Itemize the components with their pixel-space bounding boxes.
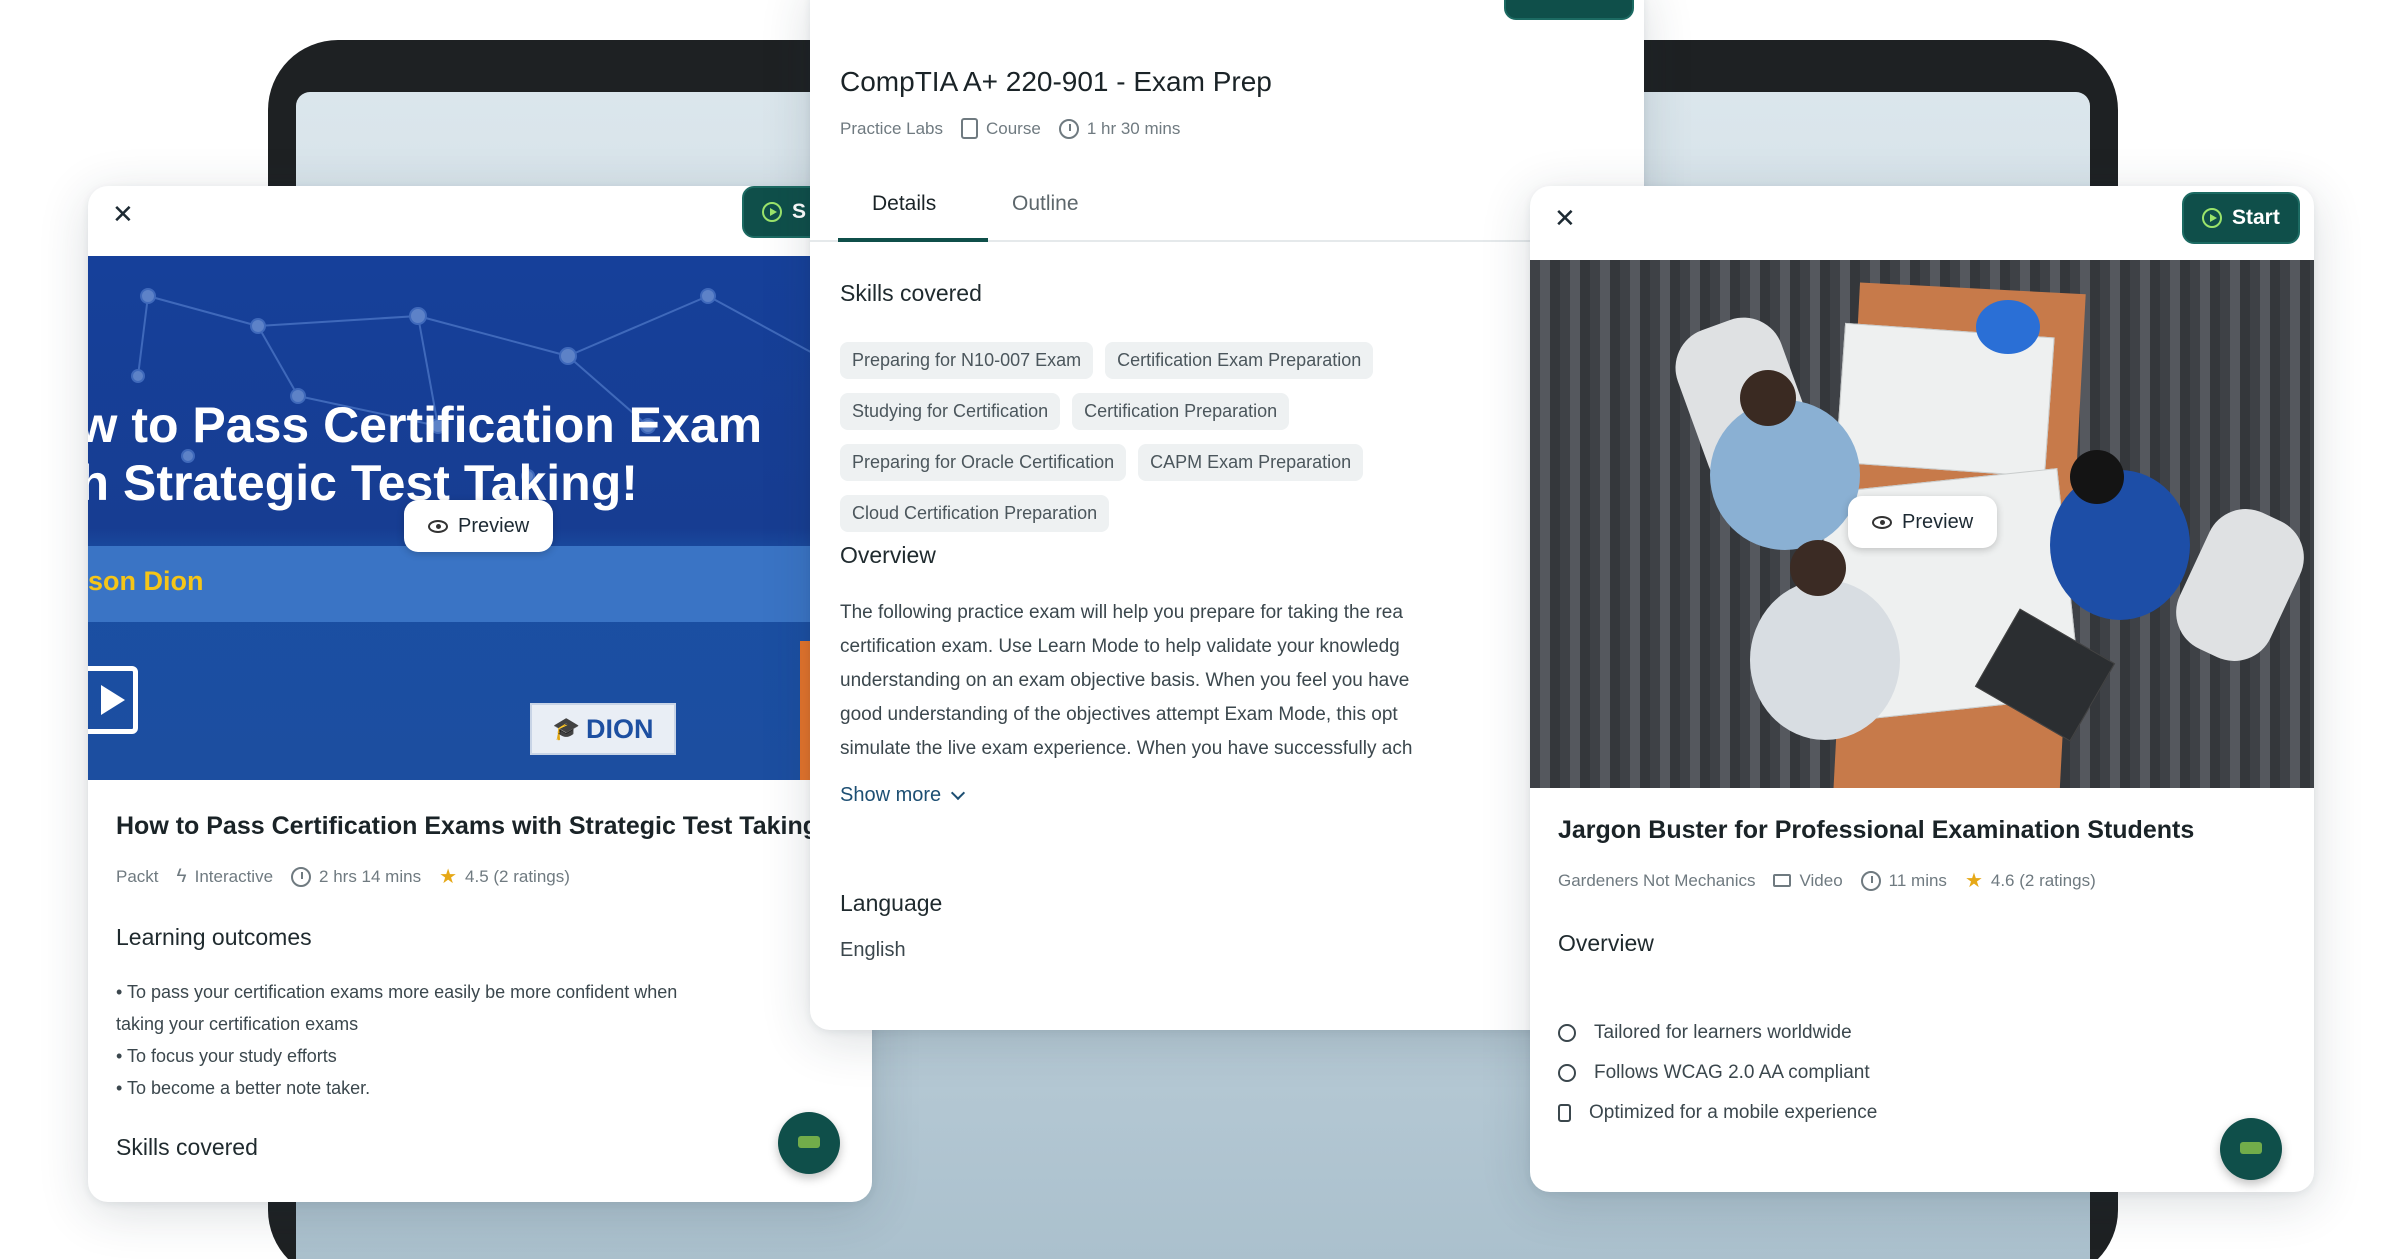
video-icon: [1773, 874, 1792, 887]
skills-chips: Preparing for N10-007 Exam Certification…: [840, 342, 1540, 532]
preview-button[interactable]: Preview: [1848, 496, 1998, 548]
clock-icon: [1058, 118, 1079, 139]
skills-heading: Skills covered: [116, 1134, 258, 1160]
course-thumbnail[interactable]: ow to Pass Certification Exam ith Strate…: [88, 256, 872, 780]
video-icon: [88, 666, 138, 734]
thumbnail-headline: ow to Pass Certification Exam ith Strate…: [88, 397, 763, 511]
person: [1750, 580, 1900, 740]
learning-outcomes-heading: Learning outcomes: [116, 924, 312, 950]
start-button-center[interactable]: [1504, 0, 1634, 20]
feature-mobile: Optimized for a mobile experience: [1558, 1102, 1877, 1124]
course-title: CompTIA A+ 220-901 - Exam Prep: [840, 66, 1272, 97]
type: ϟ Interactive: [176, 865, 274, 887]
course-meta: Practice Labs Course 1 hr 30 mins: [840, 118, 1180, 139]
skills-heading: Skills covered: [840, 280, 982, 306]
language-value: English: [840, 939, 906, 961]
start-label: Start: [2232, 206, 2280, 229]
close-icon[interactable]: ✕: [112, 202, 134, 228]
provider: Gardeners Not Mechanics: [1558, 870, 1756, 890]
active-tab-indicator: [838, 238, 988, 242]
preview-button[interactable]: Preview: [404, 500, 554, 552]
provider: Packt: [116, 866, 159, 886]
feature-worldwide: Tailored for learners worldwide: [1558, 1022, 1852, 1044]
hard-hat: [1976, 300, 2040, 354]
tab-bar: Details Outline: [810, 180, 1644, 242]
show-more-link[interactable]: Show more: [840, 784, 966, 807]
person: [1710, 400, 1860, 550]
skill-chip[interactable]: Preparing for N10-007 Exam: [840, 342, 1094, 379]
type: Video: [1773, 871, 1843, 891]
duration: 1 hr 30 mins: [1058, 118, 1180, 139]
chevron-down-icon: [951, 785, 966, 800]
tab-outline[interactable]: Outline: [1012, 192, 1079, 216]
tab-details[interactable]: Details: [872, 192, 936, 216]
skill-chip[interactable]: Certification Exam Preparation: [1105, 342, 1374, 379]
skill-chip[interactable]: Certification Preparation: [1072, 393, 1290, 430]
type: Course: [961, 118, 1041, 139]
right-course-card: ✕ Start Preview Jargon Buster for Profes…: [1530, 186, 2314, 1192]
eye-icon: [1872, 515, 1892, 529]
play-icon: [762, 202, 782, 222]
person: [1740, 370, 1796, 426]
eye-icon: [428, 519, 448, 533]
skill-chip[interactable]: Preparing for Oracle Certification: [840, 444, 1127, 481]
star-icon: ★: [439, 866, 458, 888]
duration: 2 hrs 14 mins: [291, 866, 421, 887]
globe-icon: [1558, 1024, 1576, 1042]
play-icon: [2202, 208, 2222, 228]
person: [2070, 450, 2124, 504]
rating: ★ 4.5 (2 ratings): [439, 866, 570, 888]
thumbnail-band: [88, 546, 872, 622]
course-icon: [961, 118, 978, 139]
duration: 11 mins: [1860, 870, 1947, 891]
left-course-card: ✕ S ow to Pass Certification Exam ith St…: [88, 186, 872, 1202]
skill-chip[interactable]: Cloud Certification Preparation: [840, 495, 1110, 532]
learning-outcomes-list: • To pass your certification exams more …: [116, 982, 678, 1098]
course-title: How to Pass Certification Exams with Str…: [116, 812, 819, 840]
overview-heading: Overview: [840, 542, 936, 568]
feature-wcag: Follows WCAG 2.0 AA compliant: [1558, 1062, 1870, 1084]
start-button[interactable]: Start: [2182, 192, 2300, 244]
skill-chip[interactable]: CAPM Exam Preparation: [1138, 444, 1364, 481]
provider: Practice Labs: [840, 118, 943, 138]
course-title: Jargon Buster for Professional Examinati…: [1558, 816, 2195, 844]
clock-icon: [291, 866, 312, 887]
clock-icon: [1860, 870, 1881, 891]
center-course-card: CompTIA A+ 220-901 - Exam Prep Practice …: [810, 0, 1644, 1030]
chat-button[interactable]: [2220, 1118, 2282, 1180]
accessibility-icon: [1558, 1064, 1576, 1082]
start-label: S: [792, 200, 807, 223]
overview-heading: Overview: [1558, 930, 1654, 956]
chat-button[interactable]: [778, 1112, 840, 1174]
course-meta: Gardeners Not Mechanics Video 11 mins ★ 4…: [1558, 868, 2096, 893]
person: [2050, 470, 2190, 620]
thumbnail-author: son Dion: [88, 566, 204, 596]
person: [1790, 540, 1846, 596]
course-photo[interactable]: Preview: [1530, 260, 2314, 788]
star-icon: ★: [1964, 870, 1983, 892]
language-heading: Language: [840, 890, 943, 916]
mobile-icon: [1558, 1104, 1571, 1122]
bolt-icon: ϟ: [176, 865, 187, 887]
preview-label: Preview: [458, 514, 530, 537]
skill-chip[interactable]: Studying for Certification: [840, 393, 1061, 430]
course-meta: Packt ϟ Interactive 2 hrs 14 mins ★ 4.5 (2…: [116, 864, 570, 889]
dion-training-logo: 🎓 DION: [530, 703, 676, 755]
overview-text: The following practice exam will help yo…: [840, 602, 1413, 759]
rating: ★ 4.6 (2 ratings): [1964, 870, 2096, 892]
close-icon[interactable]: ✕: [1554, 206, 1576, 232]
preview-label: Preview: [1902, 510, 1974, 533]
